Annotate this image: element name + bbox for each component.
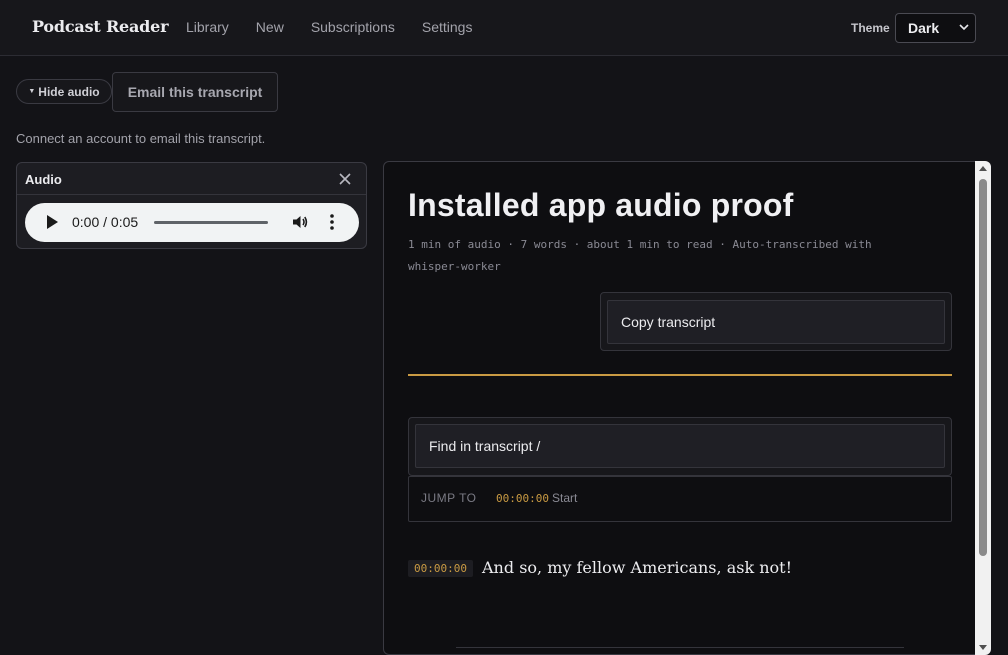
nav-library[interactable]: Library (186, 19, 229, 35)
episode-meta: 1 min of audio · 7 words · about 1 min t… (408, 238, 872, 273)
segment-text: And so, my fellow Americans, ask not! (482, 558, 793, 577)
transcript-panel: Installed app audio proof 1 min of audio… (383, 161, 991, 655)
transcript-scrollbar[interactable] (975, 161, 991, 655)
nav-settings[interactable]: Settings (422, 19, 473, 35)
hide-audio-label: Hide audio (38, 84, 100, 99)
jump-to-label: JUMP TO (421, 491, 477, 505)
jump-to-bar: JUMP TO 00:00:00 Start (408, 476, 952, 522)
segment-timestamp[interactable]: 00:00:00 (408, 560, 473, 577)
volume-icon[interactable] (291, 213, 309, 231)
scrollbar-thumb[interactable] (979, 179, 987, 556)
connect-account-message: Connect an account to email this transcr… (16, 131, 266, 146)
jump-timestamp[interactable]: 00:00:00 (496, 492, 549, 505)
audio-progress-bar[interactable] (154, 221, 268, 224)
find-container: Find in transcript / (408, 417, 952, 476)
scroll-down-icon[interactable] (979, 645, 987, 650)
copy-transcript-container: Copy transcript (600, 292, 952, 351)
nav-subscriptions[interactable]: Subscriptions (311, 19, 395, 35)
jump-start-link[interactable]: Start (552, 491, 577, 505)
section-divider (408, 374, 952, 376)
hide-audio-button[interactable]: ▼ Hide audio (16, 79, 112, 104)
theme-select-value: Dark (908, 20, 940, 36)
theme-label: Theme (851, 21, 890, 35)
scroll-up-icon[interactable] (979, 166, 987, 171)
bottom-divider (456, 647, 904, 648)
brand-logo[interactable]: Podcast Reader (32, 17, 169, 36)
audio-panel-header: Audio (17, 163, 366, 195)
audio-player: 0:00 / 0:05 (25, 203, 359, 242)
episode-title: Installed app audio proof (408, 187, 794, 223)
play-icon[interactable] (47, 215, 58, 229)
nav-new[interactable]: New (256, 19, 284, 35)
main-nav: Library New Subscriptions Settings (186, 19, 499, 35)
close-icon[interactable] (338, 169, 352, 191)
chevron-down-icon (959, 22, 969, 35)
email-transcript-button[interactable]: Email this transcript (112, 72, 278, 112)
audio-panel: Audio 0:00 / 0:05 (16, 162, 367, 249)
triangle-down-icon: ▼ (28, 88, 36, 95)
audio-panel-title: Audio (25, 172, 62, 187)
find-in-transcript-input[interactable]: Find in transcript / (415, 424, 945, 468)
audio-time: 0:00 / 0:05 (72, 214, 139, 230)
copy-transcript-button[interactable]: Copy transcript (607, 300, 945, 344)
theme-select[interactable]: Dark (895, 13, 976, 43)
more-options-icon[interactable] (328, 213, 336, 231)
top-bar: Podcast Reader Library New Subscriptions… (0, 0, 1008, 56)
